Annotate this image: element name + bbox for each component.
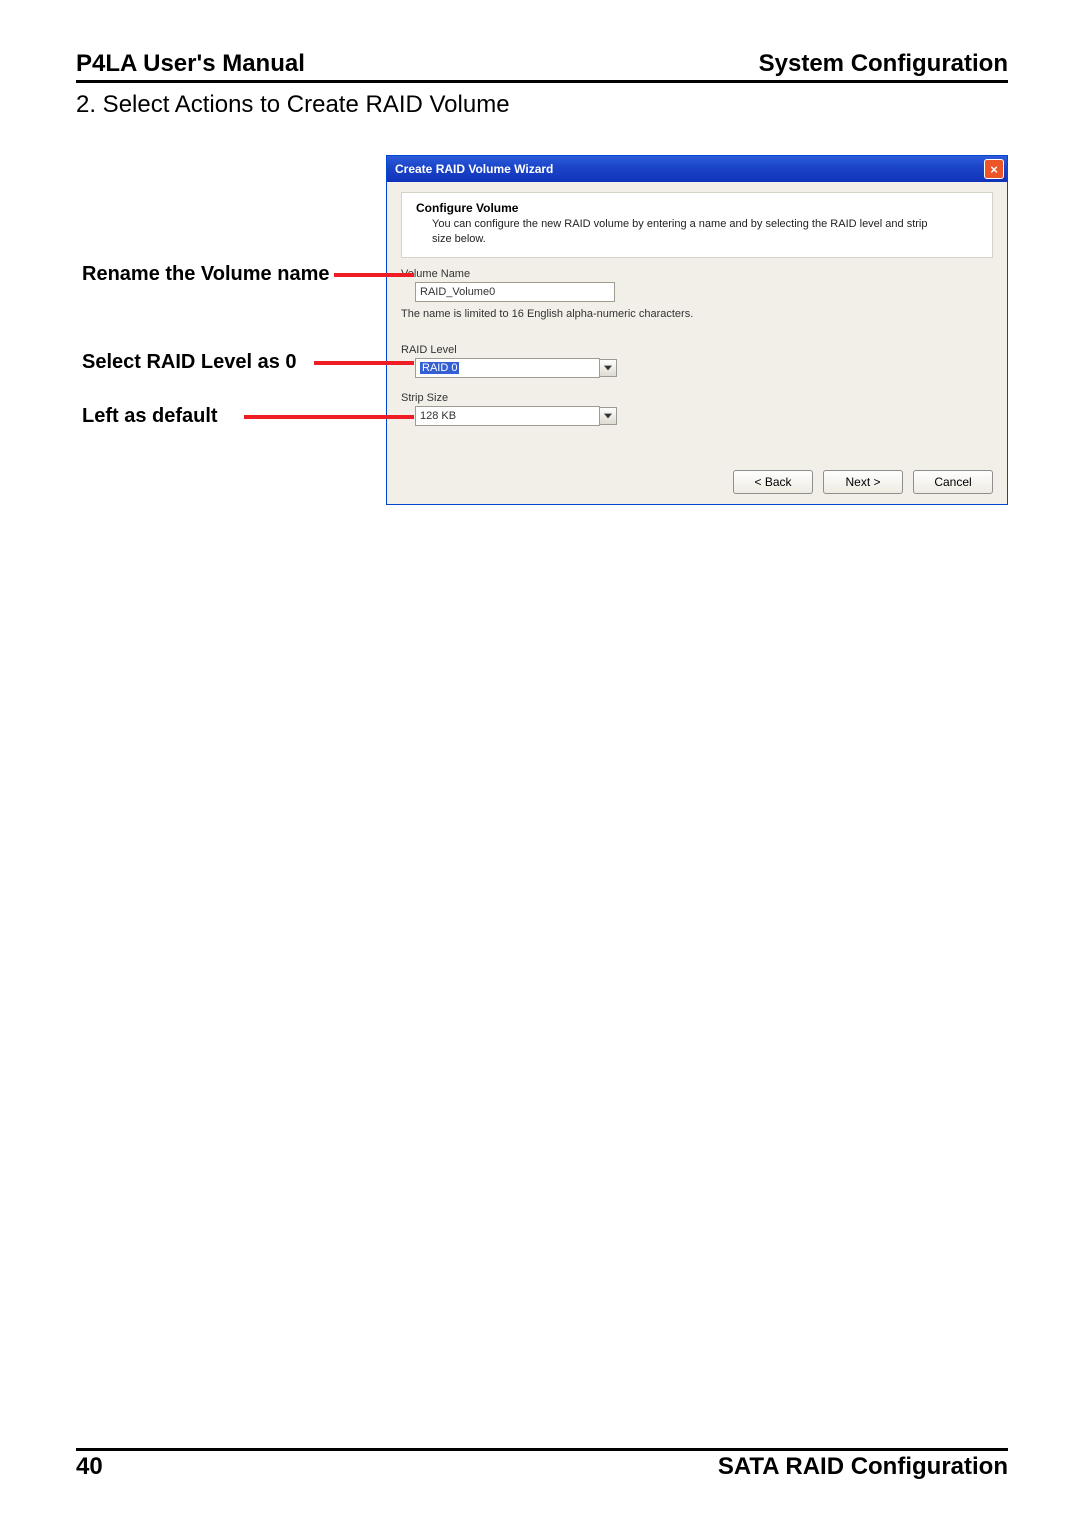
chevron-down-icon: [604, 365, 612, 371]
dialog-button-row: < Back Next > Cancel: [387, 464, 1007, 504]
callout-strip-size: Left as default: [82, 405, 218, 428]
next-button[interactable]: Next >: [823, 470, 903, 494]
header-right: System Configuration: [759, 50, 1008, 78]
raid-level-dropdown-button[interactable]: [599, 359, 617, 377]
footer-section: SATA RAID Configuration: [718, 1453, 1008, 1481]
content-row: Rename the Volume name Select RAID Level…: [76, 155, 1008, 525]
configure-panel: Configure Volume You can configure the n…: [401, 192, 993, 258]
configure-description: You can configure the new RAID volume by…: [432, 217, 932, 247]
page-number: 40: [76, 1453, 103, 1481]
page-footer: 40 SATA RAID Configuration: [76, 1448, 1008, 1481]
page-header: P4LA User's Manual System Configuration: [76, 50, 1008, 83]
strip-size-block: Strip Size 128 KB: [401, 392, 993, 426]
chevron-down-icon: [604, 413, 612, 419]
callout-line-raid-level: [314, 361, 414, 365]
raid-level-select[interactable]: RAID 0: [415, 358, 600, 378]
callout-raid-level: Select RAID Level as 0: [82, 351, 297, 374]
header-left: P4LA User's Manual: [76, 50, 305, 78]
callouts-column: Rename the Volume name Select RAID Level…: [76, 155, 386, 525]
strip-size-value: 128 KB: [420, 410, 456, 422]
strip-size-dropdown-button[interactable]: [599, 407, 617, 425]
configure-title: Configure Volume: [416, 201, 982, 215]
back-button[interactable]: < Back: [733, 470, 813, 494]
volume-name-block: Volume Name The name is limited to 16 En…: [401, 268, 993, 320]
callout-rename: Rename the Volume name: [82, 263, 329, 286]
step-instruction: 2. Select Actions to Create RAID Volume: [76, 91, 1008, 119]
raid-level-block: RAID Level RAID 0: [401, 344, 993, 378]
dialog-titlebar[interactable]: Create RAID Volume Wizard ×: [387, 156, 1007, 182]
strip-size-label: Strip Size: [401, 392, 993, 404]
callout-line-rename: [334, 273, 414, 277]
volume-name-helper: The name is limited to 16 English alpha-…: [401, 308, 993, 320]
volume-name-label: Volume Name: [401, 268, 993, 280]
close-icon: ×: [990, 162, 998, 177]
raid-level-value: RAID 0: [420, 362, 459, 374]
raid-wizard-dialog: Create RAID Volume Wizard × Configure Vo…: [386, 155, 1008, 505]
close-button[interactable]: ×: [984, 159, 1004, 179]
volume-name-input[interactable]: [415, 282, 615, 302]
dialog-body: Configure Volume You can configure the n…: [387, 182, 1007, 464]
strip-size-select[interactable]: 128 KB: [415, 406, 600, 426]
raid-level-label: RAID Level: [401, 344, 993, 356]
dialog-title: Create RAID Volume Wizard: [395, 162, 553, 176]
cancel-button[interactable]: Cancel: [913, 470, 993, 494]
callout-line-strip: [244, 415, 414, 419]
